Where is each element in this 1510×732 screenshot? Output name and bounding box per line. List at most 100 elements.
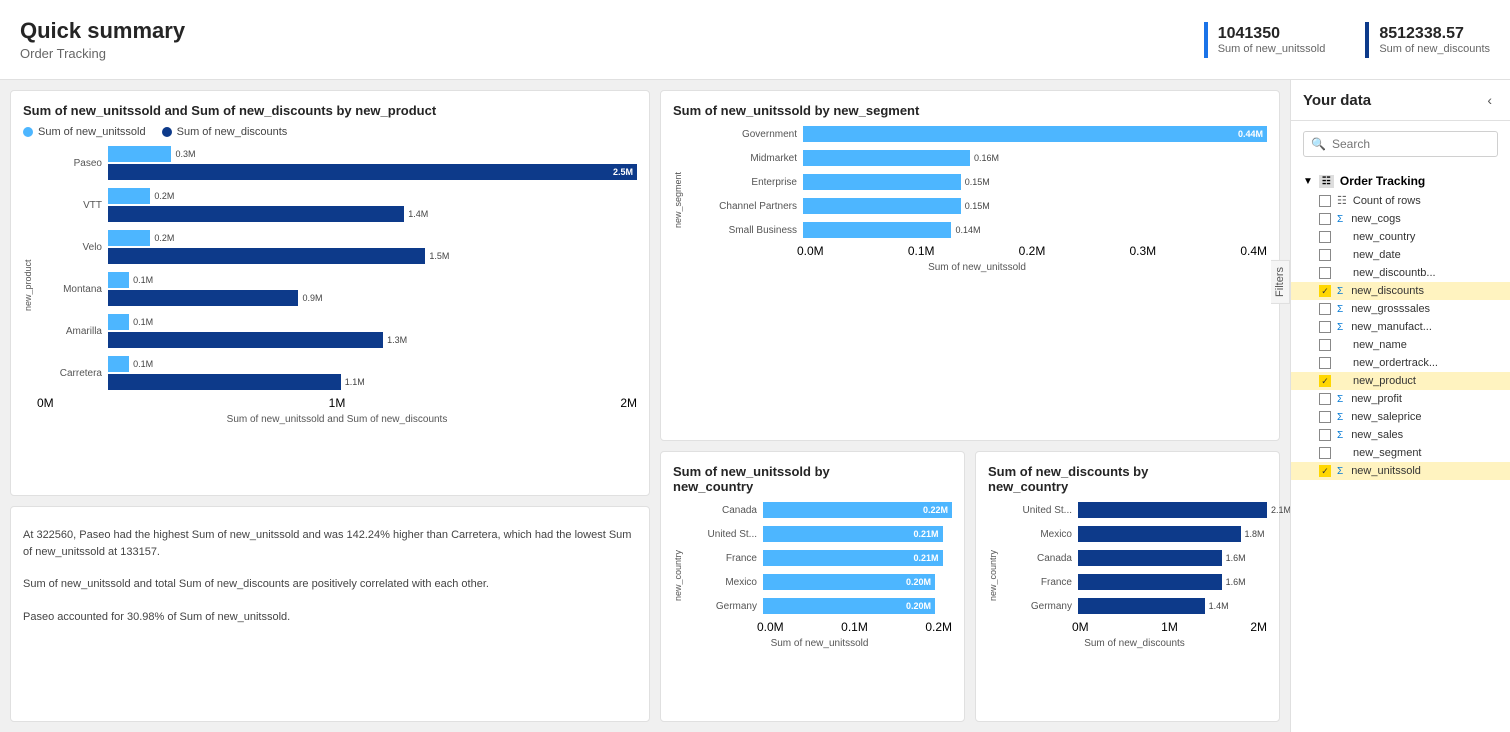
item-label-new_unitssold: new_unitssold [1351, 465, 1421, 477]
tree-items: ☷Count of rowsΣnew_cogsnew_countrynew_da… [1291, 191, 1510, 480]
checkbox-new_grosssales[interactable] [1319, 303, 1331, 315]
bottom-row: Sum of new_unitssold bynew_country new_c… [660, 451, 1280, 722]
metric-bar-1 [1204, 22, 1208, 58]
sidebar-header: Your data ‹ [1291, 80, 1510, 121]
section-label: Order Tracking [1340, 174, 1425, 188]
legend-dot-2 [162, 127, 172, 137]
chart4-xtitle: Sum of new_discounts [1002, 638, 1267, 649]
page-title: Quick summary [20, 18, 185, 44]
chart4-bars: United St... 2.1M [1002, 502, 1267, 614]
sidebar-title: Your data [1303, 92, 1371, 109]
collapse-button[interactable]: ‹ [1481, 90, 1498, 110]
sigma-icon-new_profit: Σ [1337, 394, 1343, 405]
sigma-icon-new_unitssold: Σ [1337, 466, 1343, 477]
item-label-new_discountb: new_discountb... [1353, 267, 1436, 279]
bar-row-vtt: VTT 0.2M [37, 188, 637, 222]
chart1-bars: Paseo 0.3M [37, 146, 637, 390]
tree-section-title[interactable]: ▼ ☷ Order Tracking [1291, 171, 1510, 191]
checkbox-new_date[interactable] [1319, 249, 1331, 261]
right-panel: Sum of new_unitssold by new_segment new_… [660, 90, 1280, 722]
metric-1-value: 1041350 [1218, 25, 1326, 43]
checkbox-new_country[interactable] [1319, 231, 1331, 243]
chart1-body: new_product Paseo 0.3M [23, 146, 637, 425]
checkbox-new_saleprice[interactable] [1319, 411, 1331, 423]
bar-row-velo: Velo 0.2M [37, 230, 637, 264]
data-tree: ▼ ☷ Order Tracking ☷Count of rowsΣnew_co… [1291, 167, 1510, 732]
chart2-yaxis: new_segment [673, 126, 683, 273]
chart3-yaxis: new_country [673, 502, 683, 649]
sidebar: Your data ‹ 🔍 ▼ ☷ Order Tracking ☷Count … [1290, 80, 1510, 732]
item-label-new_discounts: new_discounts [1351, 285, 1424, 297]
chart1-xtitle: Sum of new_unitssold and Sum of new_disc… [37, 414, 637, 425]
chart1-card: Sum of new_unitssold and Sum of new_disc… [10, 90, 650, 496]
bar-row-montana: Montana 0.1M [37, 272, 637, 306]
bar-row-amarilla: Amarilla 0.1M [37, 314, 637, 348]
legend-dot-1 [23, 127, 33, 137]
sidebar-item-new_ordertrack[interactable]: new_ordertrack... [1291, 354, 1510, 372]
sidebar-item-new_unitssold[interactable]: ✓ Σnew_unitssold [1291, 462, 1510, 480]
metric-2-value: 8512338.57 [1379, 25, 1490, 43]
metric-2-label: Sum of new_discounts [1379, 43, 1490, 55]
insight-3: Paseo accounted for 30.98% of Sum of new… [23, 601, 637, 626]
bar-row-carretera: Carretera 0.1M [37, 356, 637, 390]
insight-2: Sum of new_unitssold and total Sum of ne… [23, 568, 637, 593]
checkbox-new_segment[interactable] [1319, 447, 1331, 459]
table-icon: ☷ [1319, 175, 1334, 188]
search-input[interactable] [1303, 131, 1498, 157]
checkbox-new_name[interactable] [1319, 339, 1331, 351]
sigma-icon-new_manufact: Σ [1337, 322, 1343, 333]
chart3-bars: Canada 0.22M [687, 502, 952, 614]
chart4-card: Sum of new_discounts bynew_country new_c… [975, 451, 1280, 722]
checkbox-new_sales[interactable] [1319, 429, 1331, 441]
chart1-yaxis: new_product [23, 146, 33, 425]
legend-label-1: Sum of new_unitssold [38, 126, 146, 138]
sidebar-item-new_saleprice[interactable]: Σnew_saleprice [1291, 408, 1510, 426]
checkbox-new_discounts[interactable]: ✓ [1319, 285, 1331, 297]
item-label-new_profit: new_profit [1351, 393, 1402, 405]
sidebar-item-new_sales[interactable]: Σnew_sales [1291, 426, 1510, 444]
chevron-down-icon: ▼ [1303, 176, 1313, 187]
sidebar-item-new_date[interactable]: new_date [1291, 246, 1510, 264]
sidebar-item-new_manufact[interactable]: Σnew_manufact... [1291, 318, 1510, 336]
sigma-icon-new_sales: Σ [1337, 430, 1343, 441]
header: Quick summary Order Tracking 1041350 Sum… [0, 0, 1510, 80]
checkbox-new_cogs[interactable] [1319, 213, 1331, 225]
chart4-yaxis: new_country [988, 502, 998, 649]
tree-section-order-tracking: ▼ ☷ Order Tracking ☷Count of rowsΣnew_co… [1291, 171, 1510, 480]
table-icon-count_rows: ☷ [1337, 194, 1347, 207]
checkbox-new_ordertrack[interactable] [1319, 357, 1331, 369]
chart3-card: Sum of new_unitssold bynew_country new_c… [660, 451, 965, 722]
sidebar-item-new_discountb[interactable]: new_discountb... [1291, 264, 1510, 282]
checkbox-new_unitssold[interactable]: ✓ [1319, 465, 1331, 477]
page-subtitle: Order Tracking [20, 46, 185, 61]
item-label-new_cogs: new_cogs [1351, 213, 1401, 225]
checkbox-new_discountb[interactable] [1319, 267, 1331, 279]
sidebar-item-new_name[interactable]: new_name [1291, 336, 1510, 354]
item-label-new_segment: new_segment [1353, 447, 1422, 459]
metric-bar-2 [1365, 22, 1369, 58]
sidebar-item-count_rows[interactable]: ☷Count of rows [1291, 191, 1510, 210]
checkbox-new_manufact[interactable] [1319, 321, 1331, 333]
sidebar-item-new_discounts[interactable]: ✓Σnew_discounts [1291, 282, 1510, 300]
sigma-icon-new_grosssales: Σ [1337, 304, 1343, 315]
sidebar-item-new_grosssales[interactable]: Σnew_grosssales [1291, 300, 1510, 318]
sidebar-item-new_cogs[interactable]: Σnew_cogs [1291, 210, 1510, 228]
item-label-new_name: new_name [1353, 339, 1407, 351]
sidebar-item-new_country[interactable]: new_country [1291, 228, 1510, 246]
header-left: Quick summary Order Tracking [20, 18, 185, 61]
filters-tab[interactable]: Filters [1271, 260, 1290, 304]
item-label-new_grosssales: new_grosssales [1351, 303, 1430, 315]
checkbox-new_profit[interactable] [1319, 393, 1331, 405]
sidebar-item-new_profit[interactable]: Σnew_profit [1291, 390, 1510, 408]
left-panel: Sum of new_unitssold and Sum of new_disc… [10, 90, 650, 722]
checkbox-new_product[interactable]: ✓ [1319, 375, 1331, 387]
metric-unitssold: 1041350 Sum of new_unitssold [1204, 22, 1326, 58]
search-icon: 🔍 [1311, 137, 1326, 151]
sidebar-item-new_product[interactable]: ✓new_product [1291, 372, 1510, 390]
checkbox-count_rows[interactable] [1319, 195, 1331, 207]
chart3-xtitle: Sum of new_unitssold [687, 638, 952, 649]
chart3-title: Sum of new_unitssold bynew_country [673, 464, 952, 494]
sigma-icon-new_saleprice: Σ [1337, 412, 1343, 423]
chart1-title: Sum of new_unitssold and Sum of new_disc… [23, 103, 637, 118]
sidebar-item-new_segment[interactable]: new_segment [1291, 444, 1510, 462]
